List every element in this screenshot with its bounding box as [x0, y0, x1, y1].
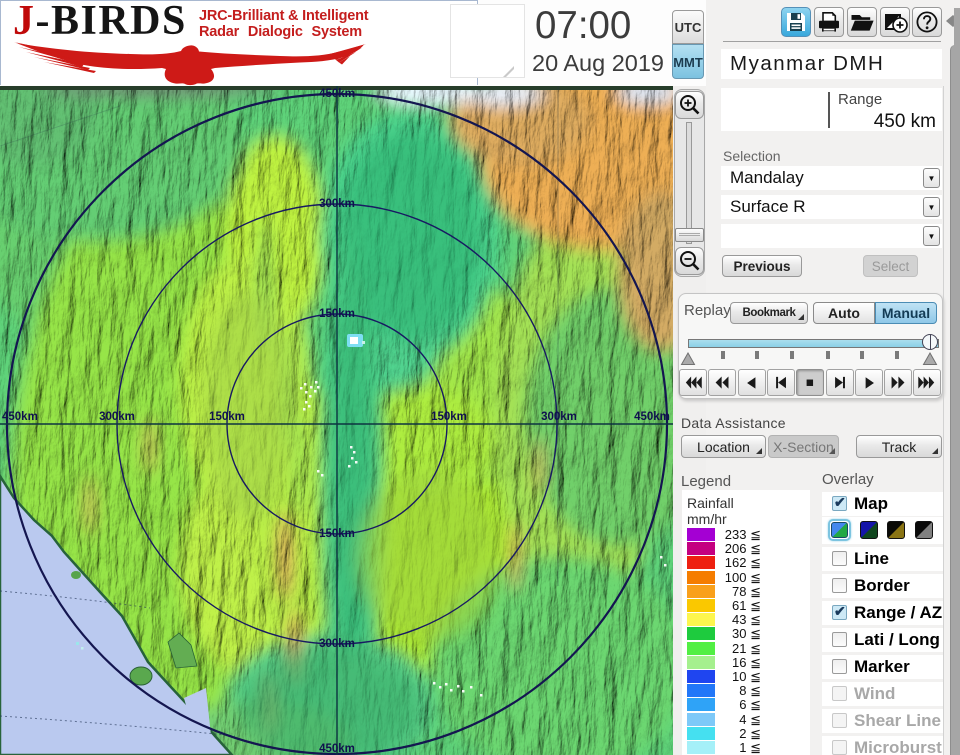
svg-text:150km: 150km: [209, 411, 245, 423]
svg-text:300km: 300km: [319, 638, 355, 650]
svg-text:300km: 300km: [541, 411, 577, 423]
svg-text:150km: 150km: [319, 308, 355, 320]
svg-text:150km: 150km: [319, 528, 355, 540]
svg-text:300km: 300km: [319, 198, 355, 210]
svg-text:450km: 450km: [634, 411, 670, 423]
svg-text:450km: 450km: [2, 411, 38, 423]
svg-text:450km: 450km: [319, 88, 355, 100]
svg-text:150km: 150km: [431, 411, 467, 423]
svg-text:450km: 450km: [319, 743, 355, 755]
svg-text:300km: 300km: [99, 411, 135, 423]
